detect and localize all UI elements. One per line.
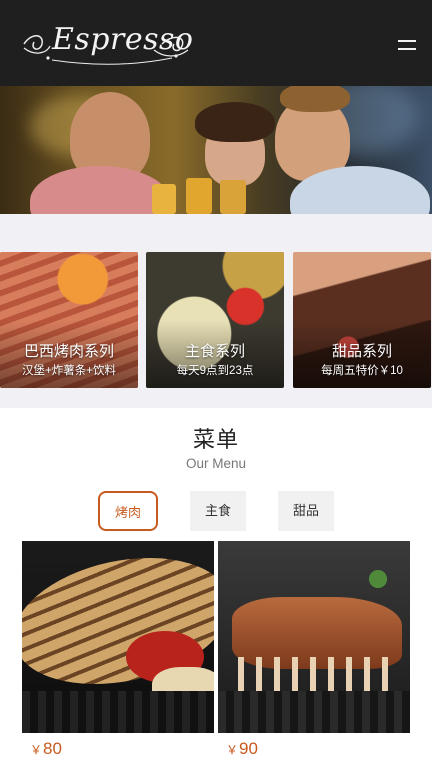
logo-text: Espresso <box>52 22 194 57</box>
category-carousel[interactable]: 巴西烤肉系列 汉堡+炸薯条+饮料 主食系列 每天9点到23点 甜品系列 每周五特… <box>0 250 432 408</box>
tab-dessert[interactable]: 甜品 <box>278 491 334 531</box>
dish-image-grilled-chicken[interactable] <box>22 541 214 733</box>
menu-title: 菜单 <box>192 427 239 452</box>
hero-banner-image <box>0 86 432 214</box>
category-title: 主食系列 <box>184 343 245 360</box>
category-subtitle: 每周五特价￥10 <box>321 365 403 377</box>
menu-subtitle: Our Menu <box>185 456 247 471</box>
section-spacer <box>0 214 432 250</box>
category-subtitle: 汉堡+炸薯条+饮料 <box>22 365 116 377</box>
category-card-bbq[interactable]: 巴西烤肉系列 汉堡+炸薯条+饮料 <box>0 252 138 388</box>
category-card-dessert[interactable]: 甜品系列 每周五特价￥10 <box>293 252 431 388</box>
dish-price: ￥90 <box>226 739 258 758</box>
tab-bbq[interactable]: 烤肉 <box>98 491 158 531</box>
menu-tabs: 烤肉 主食 甜品 <box>0 491 432 531</box>
category-title: 甜品系列 <box>331 343 392 360</box>
dish-grid: ￥80 ￥90 <box>0 541 432 771</box>
hamburger-icon[interactable] <box>398 40 416 52</box>
category-subtitle: 每天9点到23点 <box>176 365 254 377</box>
tab-staple[interactable]: 主食 <box>190 491 246 531</box>
category-card-staple[interactable]: 主食系列 每天9点到23点 <box>146 252 284 388</box>
dish-image-ribs[interactable] <box>218 541 410 733</box>
category-title: 巴西烤肉系列 <box>23 343 114 360</box>
dish-price: ￥80 <box>30 739 62 758</box>
espresso-logo[interactable]: Espresso <box>22 14 194 70</box>
top-header: Espresso <box>0 0 432 86</box>
